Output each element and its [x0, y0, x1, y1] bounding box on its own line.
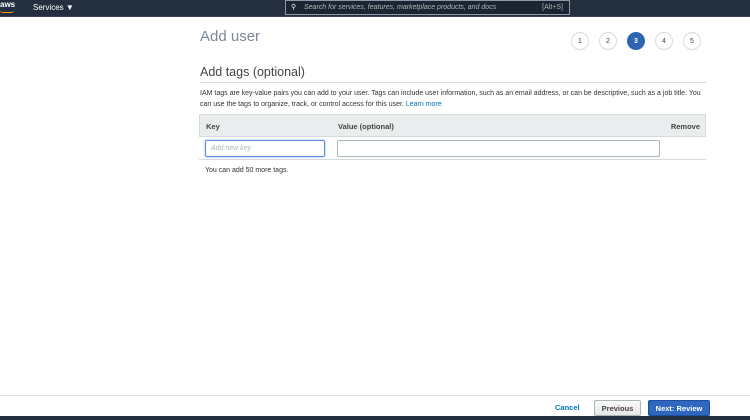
- aws-logo[interactable]: aws: [0, 0, 15, 9]
- header-key: Key: [206, 122, 220, 131]
- footer-divider: [0, 395, 750, 396]
- step-5: 5: [683, 32, 701, 50]
- remaining-tags-text: You can add 50 more tags.: [205, 167, 288, 174]
- smile-icon: [0, 10, 14, 13]
- description-text: IAM tags are key-value pairs you can add…: [200, 90, 701, 108]
- section-title: Add tags (optional): [200, 65, 305, 79]
- bottom-bar: [0, 416, 750, 420]
- search-box[interactable]: ⚲ Search for services, features, marketp…: [285, 0, 570, 15]
- search-shortcut: [Alt+S]: [542, 4, 563, 11]
- value-input[interactable]: [337, 140, 660, 157]
- page-title: Add user: [200, 28, 260, 45]
- section-description: IAM tags are key-value pairs you can add…: [200, 89, 706, 110]
- learn-more-link[interactable]: Learn more: [406, 101, 442, 108]
- step-4: 4: [655, 32, 673, 50]
- next-review-button[interactable]: Next: Review: [648, 400, 710, 416]
- search-input[interactable]: Search for services, features, marketpla…: [304, 4, 496, 11]
- previous-button[interactable]: Previous: [594, 400, 641, 416]
- logo-text: aws: [0, 0, 15, 9]
- step-3-active: 3: [627, 32, 645, 50]
- search-icon: ⚲: [291, 3, 296, 11]
- divider: [200, 82, 706, 83]
- cancel-button[interactable]: Cancel: [555, 403, 580, 412]
- top-nav: aws Services ▼ ⚲ Search for services, fe…: [0, 0, 750, 17]
- step-2: 2: [599, 32, 617, 50]
- header-value: Value (optional): [338, 122, 394, 131]
- services-menu[interactable]: Services ▼: [33, 3, 74, 12]
- step-indicator: 1 2 3 4 5: [571, 32, 701, 50]
- key-input[interactable]: Add new key: [205, 140, 325, 157]
- tags-table-header: Key Value (optional) Remove: [199, 114, 706, 137]
- step-1: 1: [571, 32, 589, 50]
- table-row: Add new key: [199, 137, 706, 160]
- header-remove: Remove: [671, 122, 700, 131]
